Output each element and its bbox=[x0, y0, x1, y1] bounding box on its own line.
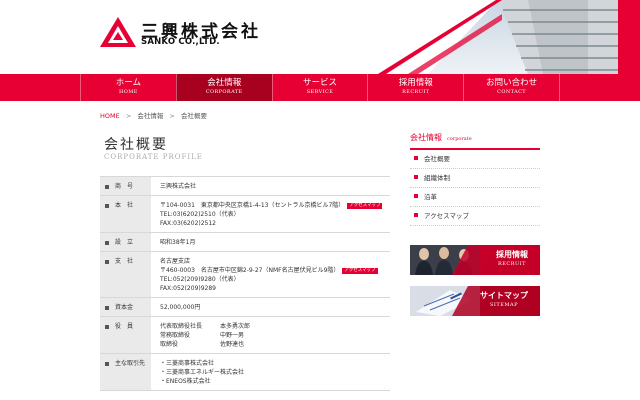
officer-name: 本多勇次郎 bbox=[220, 323, 251, 330]
page: 三興株式会社 SANKO CO.,LTD. ホーム HOME 会社情報 CORP… bbox=[0, 0, 640, 400]
row-value: 三興株式会社 bbox=[160, 183, 197, 190]
client-item: ・三菱商事エネルギー株式会社 bbox=[160, 369, 245, 376]
recruit-banner-subtitle: RECRUIT bbox=[497, 261, 527, 267]
header-building-image bbox=[378, 0, 640, 74]
sitemap-banner-subtitle: SITEMAP bbox=[490, 302, 518, 308]
recruit-banner[interactable]: 採用情報 RECRUIT bbox=[410, 245, 540, 275]
breadcrumb-corporate[interactable]: 会社情報 bbox=[137, 112, 163, 120]
breadcrumb-current: 会社概要 bbox=[180, 112, 207, 120]
branch-address: 〒460-0003 名古屋市中区錦2-9-27（NMF名古屋伏見ビル9階） bbox=[160, 267, 340, 274]
row-label: 設 立 bbox=[115, 239, 134, 246]
sidebar-title-jp: 会社情報 bbox=[410, 133, 442, 142]
table-row: 本 社 〒104-0031 東京都中央区京橋1-4-13（セントラル京橋ビル7階… bbox=[100, 196, 390, 233]
branch-name: 名古屋支店 bbox=[160, 258, 191, 265]
sidebar-item-label: 沿革 bbox=[424, 193, 437, 201]
square-bullet-icon bbox=[105, 324, 109, 329]
table-row: 支 社 名古屋支店 〒460-0003 名古屋市中区錦2-9-27（NMF名古屋… bbox=[100, 252, 390, 298]
sitemap-banner-title: サイトマップ bbox=[480, 291, 528, 300]
page-title: 会社概要 bbox=[104, 137, 168, 153]
table-row: 設 立 昭和38年1月 bbox=[100, 233, 390, 252]
officer-title: 代表取締役社長 bbox=[160, 323, 203, 330]
logo-triangle-icon[interactable] bbox=[100, 17, 136, 47]
square-bullet-icon bbox=[105, 361, 109, 366]
access-map-button[interactable]: アクセスマップ bbox=[342, 268, 378, 274]
table-row: 主な取引先 ・三菱商事株式会社 ・三菱商事エネルギー株式会社 ・ENEOS株式会… bbox=[100, 354, 390, 391]
head-office-address: 〒104-0031 東京都中央区京橋1-4-13（セントラル京橋ビル7階） bbox=[160, 202, 345, 209]
square-bullet-icon bbox=[105, 240, 109, 245]
sidebar-item-label: 組織体制 bbox=[424, 174, 450, 182]
row-label: 主な取引先 bbox=[115, 360, 146, 367]
page-subtitle: CORPORATE PROFILE bbox=[104, 153, 203, 161]
sidebar-item-label: 会社概要 bbox=[424, 155, 450, 163]
chevron-right-icon: > bbox=[169, 112, 175, 120]
company-name-en: SANKO CO.,LTD. bbox=[141, 37, 220, 47]
recruit-banner-title: 採用情報 bbox=[496, 250, 528, 259]
square-bullet-icon bbox=[414, 213, 418, 217]
officer-item: 代表取締役社長 本多勇次郎 bbox=[160, 322, 384, 331]
row-label: 資本金 bbox=[115, 304, 134, 311]
head-office-tel: TEL:03(6202)2510（代表） bbox=[160, 211, 240, 218]
profile-table: 商 号 三興株式会社 本 社 〒104-0031 東京都中央区京橋1-4-13（… bbox=[100, 176, 390, 391]
row-label: 商 号 bbox=[115, 183, 134, 190]
sidebar-item-history[interactable]: 沿革 bbox=[410, 188, 540, 207]
global-nav: ホーム HOME 会社情報 CORPORATE サービス SERVICE 採用情… bbox=[0, 74, 640, 101]
nav-contact[interactable]: お問い合わせ CONTACT bbox=[463, 74, 560, 101]
row-label: 役 員 bbox=[115, 323, 134, 330]
sidebar-item-profile[interactable]: 会社概要 bbox=[410, 150, 540, 169]
nav-home-en: HOME bbox=[118, 89, 138, 95]
chevron-right-icon: > bbox=[125, 112, 132, 120]
site-header: 三興株式会社 SANKO CO.,LTD. bbox=[0, 0, 640, 74]
nav-home-label: ホーム bbox=[115, 78, 142, 88]
nav-contact-label: お問い合わせ bbox=[486, 78, 538, 88]
sidebar-item-label: アクセスマップ bbox=[424, 212, 469, 220]
sitemap-banner[interactable]: サイトマップ SITEMAP bbox=[410, 286, 540, 316]
nav-home[interactable]: ホーム HOME bbox=[80, 74, 176, 101]
officer-name: 佐野達也 bbox=[220, 341, 245, 348]
nav-recruit[interactable]: 採用情報 RECRUIT bbox=[367, 74, 463, 101]
sidebar-item-organization[interactable]: 組織体制 bbox=[410, 169, 540, 188]
breadcrumb: HOME > 会社情報 > 会社概要 bbox=[100, 110, 207, 120]
square-bullet-icon bbox=[414, 156, 418, 160]
table-row: 資本金 52,000,000円 bbox=[100, 298, 390, 317]
nav-recruit-label: 採用情報 bbox=[398, 78, 433, 88]
row-label: 本 社 bbox=[115, 202, 134, 209]
nav-service-en: SERVICE bbox=[306, 89, 334, 95]
client-item: ・三菱商事株式会社 bbox=[160, 360, 215, 367]
square-bullet-icon bbox=[414, 194, 418, 198]
officer-item: 取締役 佐野達也 bbox=[160, 340, 384, 349]
row-label: 支 社 bbox=[115, 258, 134, 265]
square-bullet-icon bbox=[105, 184, 109, 189]
sidebar-item-access[interactable]: アクセスマップ bbox=[410, 207, 540, 226]
nav-recruit-en: RECRUIT bbox=[402, 89, 430, 95]
nav-contact-en: CONTACT bbox=[497, 89, 527, 95]
nav-corporate-label: 会社情報 bbox=[207, 78, 242, 88]
officer-title: 取締役 bbox=[160, 341, 179, 348]
square-bullet-icon bbox=[105, 305, 109, 310]
table-row: 商 号 三興株式会社 bbox=[100, 177, 390, 196]
square-bullet-icon bbox=[105, 259, 109, 264]
branch-tel: TEL:052(209)9280（代表） bbox=[160, 276, 240, 283]
breadcrumb-home[interactable]: HOME bbox=[100, 112, 120, 120]
nav-corporate-en: CORPORATE bbox=[205, 89, 243, 95]
officer-item: 常務取締役 中野一男 bbox=[160, 331, 384, 340]
table-row: 役 員 代表取締役社長 本多勇次郎 常務取締役 中野一男 取締役 佐野達也 bbox=[100, 317, 390, 354]
officer-name: 中野一男 bbox=[220, 332, 245, 339]
access-map-button[interactable]: アクセスマップ bbox=[347, 203, 383, 209]
row-value: 昭和38年1月 bbox=[160, 239, 196, 246]
client-item: ・ENEOS株式会社 bbox=[160, 378, 211, 385]
square-bullet-icon bbox=[414, 175, 418, 179]
sidebar-title: 会社情報 corporate bbox=[410, 132, 540, 150]
officer-title: 常務取締役 bbox=[160, 332, 191, 339]
row-value: 52,000,000円 bbox=[160, 304, 201, 311]
head-office-fax: FAX:03(6202)2512 bbox=[160, 220, 216, 227]
sidebar: 会社情報 corporate 会社概要 組織体制 沿革 アクセスマップ bbox=[410, 132, 540, 226]
nav-service[interactable]: サービス SERVICE bbox=[271, 74, 368, 101]
nav-corporate[interactable]: 会社情報 CORPORATE bbox=[175, 74, 272, 101]
nav-service-label: サービス bbox=[302, 78, 337, 88]
branch-fax: FAX:052(209)9289 bbox=[160, 285, 216, 292]
square-bullet-icon bbox=[105, 203, 109, 208]
sidebar-title-en: corporate bbox=[447, 136, 472, 142]
